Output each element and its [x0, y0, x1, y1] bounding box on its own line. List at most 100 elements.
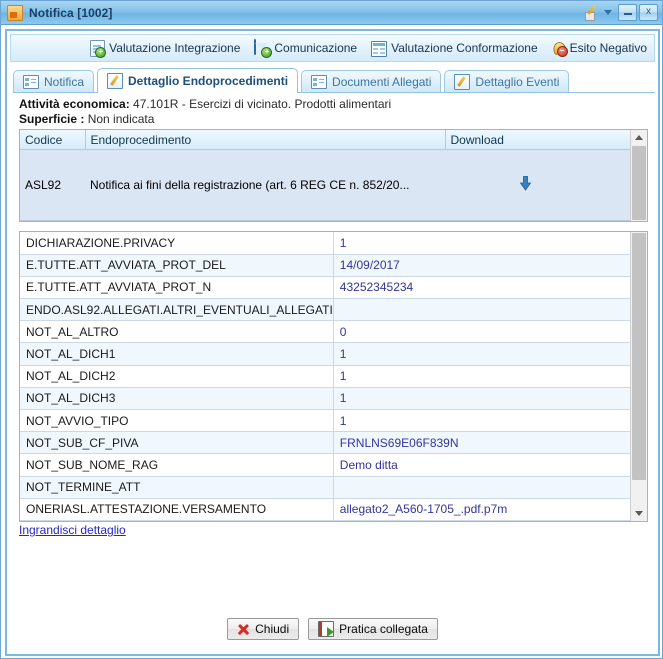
toolbar-item-valutazione-integrazione[interactable]: + Valutazione Integrazione: [89, 39, 241, 58]
table-row[interactable]: ONERIASL.ATTESTAZIONE.VERSAMENTO allegato…: [20, 498, 630, 521]
table-row[interactable]: NOT_AL_DICH3 1: [20, 387, 630, 411]
table-row[interactable]: NOT_AL_DICH1 1: [20, 342, 630, 366]
table-row[interactable]: NOT_AL_ALTRO 0: [20, 320, 630, 344]
command-toolbar: + Valutazione Integrazione + Comunicazio…: [10, 34, 655, 62]
tab-dettaglio-endoprocedimenti[interactable]: Dettaglio Endoprocedimenti: [97, 68, 299, 93]
cell-value: 1: [333, 232, 630, 255]
tab-bar: Notifica Dettaglio Endoprocedimenti Docu…: [13, 67, 655, 93]
cell-key: DICHIARAZIONE.PRIVACY: [20, 232, 334, 255]
red-x-icon: [237, 623, 250, 636]
superficie-label: Superficie :: [19, 112, 85, 126]
grid-icon: [371, 40, 388, 57]
tab-label: Dettaglio Eventi: [475, 74, 560, 89]
cell-key: E.TUTTE.ATT_AVVIATA_PROT_DEL: [20, 254, 334, 277]
tab-label: Dettaglio Endoprocedimenti: [128, 74, 289, 88]
table-row[interactable]: NOT_TERMINE_ATT: [20, 476, 630, 499]
window-titlebar[interactable]: Notifica [1002] x: [1, 1, 662, 25]
page-add-icon: +: [90, 39, 107, 58]
chiudi-button[interactable]: Chiudi: [227, 618, 300, 640]
list-icon: [23, 74, 39, 89]
minus-badge: −: [556, 46, 568, 57]
cell-value: 1: [333, 365, 630, 388]
detail-table-body: DICHIARAZIONE.PRIVACY 1 E.TUTTE.ATT_AVVIA…: [20, 232, 630, 521]
cell-value: [333, 298, 630, 322]
cell-key: NOT_TERMINE_ATT: [20, 476, 334, 499]
table-row[interactable]: E.TUTTE.ATT_AVVIATA_PROT_DEL 14/09/2017: [20, 254, 630, 277]
table-row[interactable]: NOT_SUB_NOME_RAG Demo ditta: [20, 453, 630, 477]
cell-key: E.TUTTE.ATT_AVVIATA_PROT_N: [20, 276, 334, 300]
cell-value: 1: [333, 342, 630, 366]
pratica-collegata-label: Pratica collegata: [339, 622, 428, 636]
toolbar-label: Esito Negativo: [569, 41, 647, 55]
cell-key: NOT_AVVIO_TIPO: [20, 409, 334, 433]
cell-key: NOT_SUB_NOME_RAG: [20, 453, 334, 477]
toolbar-label: Valutazione Conformazione: [391, 41, 538, 55]
cell-value: 0: [333, 320, 630, 344]
endoprocedimenti-table: Codice Endoprocedimento Download ASL92 N…: [20, 130, 630, 221]
cell-key: NOT_AL_DICH1: [20, 342, 334, 366]
column-header-codice[interactable]: Codice: [20, 130, 86, 150]
table-row[interactable]: E.TUTTE.ATT_AVVIATA_PROT_N 43252345234: [20, 276, 630, 300]
tab-documenti-allegati[interactable]: Documenti Allegati: [301, 70, 442, 92]
triangle-up-icon: [635, 135, 643, 140]
toolbar-item-esito-negativo[interactable]: − Esito Negativo: [552, 41, 647, 57]
scroll-up-button[interactable]: [631, 130, 647, 145]
close-button[interactable]: x: [639, 3, 658, 21]
notifica-window: Notifica [1002] x + Valutazione Integraz…: [0, 0, 663, 659]
table-row[interactable]: ENDO.ASL92.ALLEGATI.ALTRI_EVENTUALI_ALLE…: [20, 298, 630, 322]
table-row[interactable]: NOT_SUB_CF_PIVA FRNLNS69E06F839N: [20, 431, 630, 455]
superficie-line: Superficie : Non indicata: [19, 112, 658, 126]
chiudi-button-label: Chiudi: [255, 622, 290, 636]
detail-scrollbar[interactable]: [630, 232, 647, 521]
cell-key: NOT_SUB_CF_PIVA: [20, 431, 334, 455]
ingrandisci-dettaglio-link[interactable]: Ingrandisci dettaglio: [19, 523, 126, 537]
pratica-collegata-button[interactable]: Pratica collegata: [308, 618, 438, 640]
cell-key: NOT_AL_DICH2: [20, 365, 334, 388]
cell-value: 43252345234: [333, 276, 630, 300]
cell-endoprocedimento: Notifica ai fini della registrazione (ar…: [85, 149, 445, 221]
scroll-thumb[interactable]: [632, 233, 646, 480]
column-header-download[interactable]: Download: [445, 130, 630, 150]
edit-doc-icon: [107, 73, 124, 89]
attivita-label: Attività economica:: [19, 97, 130, 111]
cell-value: FRNLNS69E06F839N: [333, 431, 630, 455]
endo-scrollbar[interactable]: [630, 130, 647, 221]
endoprocedimenti-grid: Codice Endoprocedimento Download ASL92 N…: [19, 129, 648, 222]
tab-label: Notifica: [44, 74, 85, 89]
tab-notifica[interactable]: Notifica: [13, 70, 95, 92]
edit-doc-icon: [454, 73, 471, 90]
attivita-economica-line: Attività economica: 47.101R - Esercizi d…: [19, 97, 658, 111]
cell-download[interactable]: [445, 149, 630, 221]
toolbar-item-valutazione-conformazione[interactable]: Valutazione Conformazione: [371, 40, 538, 57]
pencil-icon[interactable]: [583, 3, 601, 21]
table-header-row: Codice Endoprocedimento Download: [20, 130, 630, 150]
scroll-thumb[interactable]: [632, 146, 646, 220]
triangle-down-icon: [635, 511, 643, 516]
mail-add-icon: +: [254, 39, 273, 58]
chevron-down-icon[interactable]: [604, 9, 612, 15]
window-controls: x: [583, 3, 658, 21]
cell-value: allegato2_A560-1705_.pdf.p7m: [333, 498, 630, 521]
tab-dettaglio-eventi[interactable]: Dettaglio Eventi: [444, 70, 570, 92]
window-body: + Valutazione Integrazione + Comunicazio…: [5, 29, 660, 656]
cell-value: 1: [333, 409, 630, 433]
table-row[interactable]: NOT_AVVIO_TIPO 1: [20, 409, 630, 433]
table-row[interactable]: NOT_AL_DICH2 1: [20, 365, 630, 388]
minimize-button[interactable]: [618, 3, 637, 21]
toolbar-item-comunicazione[interactable]: + Comunicazione: [254, 39, 357, 58]
table-row[interactable]: ASL92 Notifica ai fini della registrazio…: [20, 149, 630, 221]
cell-key: NOT_AL_DICH3: [20, 387, 334, 411]
plus-badge: +: [95, 46, 107, 58]
cell-key: ENDO.ASL92.ALLEGATI.ALTRI_EVENTUALI_ALLE…: [20, 298, 334, 322]
toolbar-label: Valutazione Integrazione: [109, 41, 241, 55]
tab-label: Documenti Allegati: [332, 74, 432, 89]
download-arrow-icon[interactable]: [519, 175, 532, 194]
scroll-down-button[interactable]: [631, 506, 647, 521]
table-row[interactable]: DICHIARAZIONE.PRIVACY 1: [20, 232, 630, 255]
list-icon: [311, 74, 328, 89]
detail-grid: DICHIARAZIONE.PRIVACY 1 E.TUTTE.ATT_AVVIA…: [19, 231, 648, 522]
attivita-value: 47.101R - Esercizi di vicinato. Prodotti…: [133, 97, 392, 111]
column-header-endoprocedimento[interactable]: Endoprocedimento: [85, 130, 446, 150]
window-app-icon: [7, 4, 23, 21]
cell-value: 14/09/2017: [333, 254, 630, 277]
